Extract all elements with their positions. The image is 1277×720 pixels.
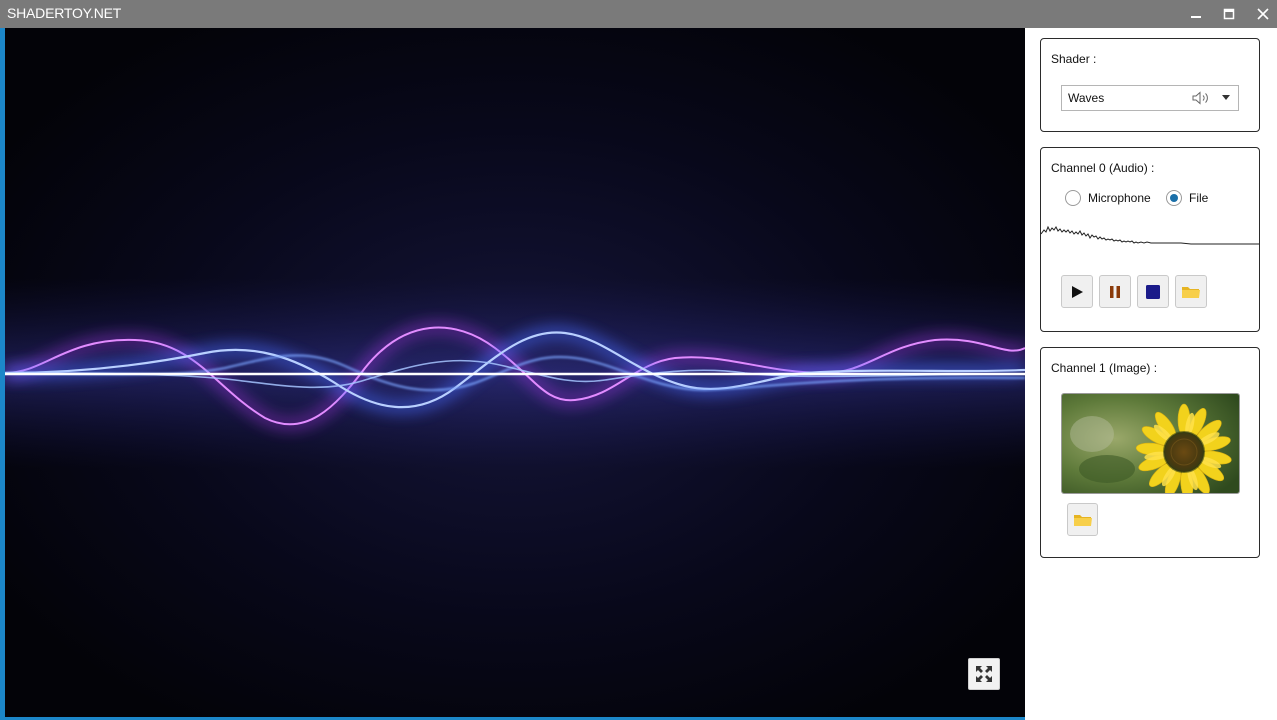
title-bar: SHADERTOY.NET (0, 0, 1277, 28)
pause-icon (1110, 285, 1120, 298)
shader-dropdown[interactable]: Waves (1061, 85, 1239, 111)
channel0-label: Channel 0 (Audio) : (1051, 161, 1155, 175)
file-radio-button[interactable] (1166, 190, 1182, 206)
minimize-button[interactable] (1179, 0, 1213, 28)
side-panel: Shader : Waves Channel 0 (Audio) : Micro… (1025, 28, 1277, 720)
sunflower-image (1062, 394, 1239, 493)
play-icon (1072, 285, 1083, 298)
stop-icon (1146, 284, 1160, 299)
play-button[interactable] (1061, 275, 1093, 308)
microphone-radio[interactable]: Microphone (1065, 190, 1151, 206)
channel1-image-thumbnail[interactable] (1061, 393, 1240, 494)
microphone-radio-button[interactable] (1065, 190, 1081, 206)
file-radio[interactable]: File (1166, 190, 1208, 206)
file-radio-label: File (1189, 191, 1209, 205)
channel0-group: Channel 0 (Audio) : Microphone File (1040, 147, 1260, 332)
shader-label: Shader : (1051, 52, 1097, 66)
close-button[interactable] (1246, 0, 1277, 28)
folder-icon (1182, 286, 1200, 298)
chevron-down-icon (1222, 95, 1230, 100)
shader-selected-value: Waves (1068, 91, 1105, 105)
channel1-label: Channel 1 (Image) : (1051, 361, 1158, 375)
maximize-icon (1223, 8, 1235, 20)
pause-button[interactable] (1099, 275, 1131, 308)
open-audio-file-button[interactable] (1175, 275, 1207, 308)
speaker-icon (1192, 91, 1208, 105)
folder-icon (1073, 514, 1092, 526)
waves-render (5, 28, 1025, 717)
stop-button[interactable] (1137, 275, 1169, 308)
app-title: SHADERTOY.NET (7, 5, 122, 21)
minimize-icon (1191, 16, 1201, 18)
microphone-radio-label: Microphone (1088, 191, 1151, 205)
audio-waveform (1041, 225, 1259, 245)
open-image-button[interactable] (1067, 503, 1098, 536)
maximize-button[interactable] (1212, 0, 1246, 28)
channel1-group: Channel 1 (Image) : (1040, 347, 1260, 558)
close-icon (1257, 8, 1269, 20)
fullscreen-icon (976, 666, 992, 682)
fullscreen-button[interactable] (968, 658, 1000, 690)
shader-canvas[interactable] (5, 28, 1025, 717)
shader-group: Shader : Waves (1040, 38, 1260, 132)
